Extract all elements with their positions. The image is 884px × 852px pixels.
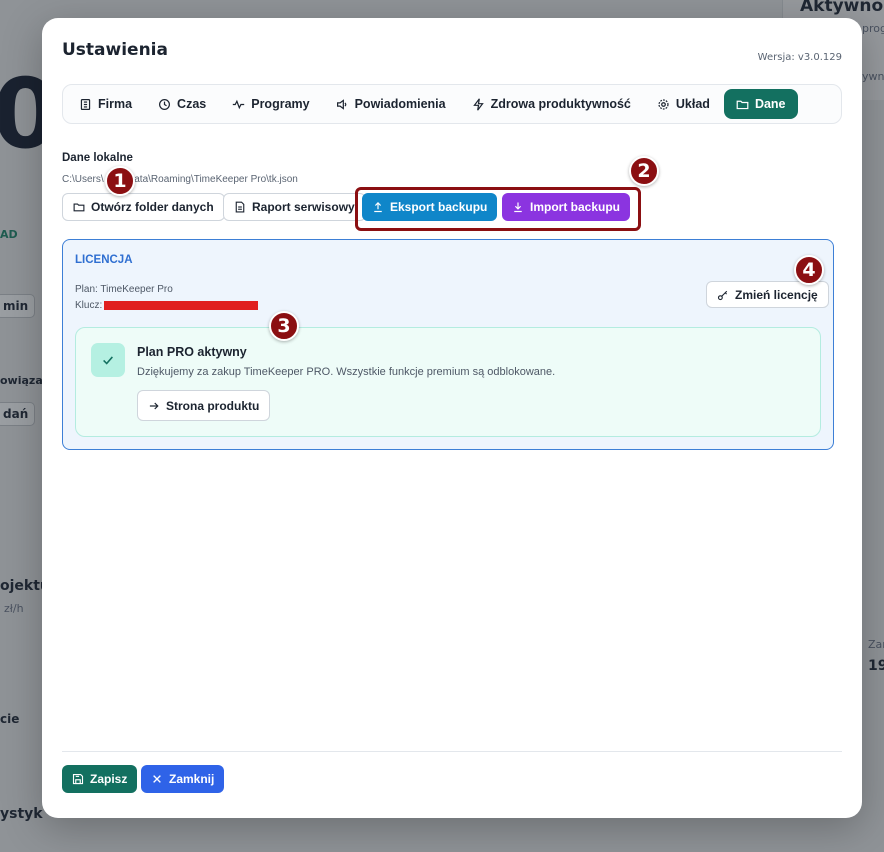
marker-3: 3: [269, 311, 299, 341]
arrow-right-icon: [149, 402, 159, 409]
bg-sub-1: prog: [862, 22, 884, 35]
bg-side-label: cie: [0, 712, 20, 726]
bg-badge: AD: [0, 228, 18, 241]
license-title: LICENCJA: [75, 254, 133, 266]
tab-label: Powiadomienia: [354, 97, 446, 111]
bg-chip-tasks: dań: [0, 402, 36, 426]
folder-icon: [736, 100, 749, 109]
pro-description: Dziękujemy za zakup TimeKeeper PRO. Wszy…: [137, 366, 556, 378]
speaker-icon: [336, 98, 346, 110]
service-report-label: Raport serwisowy: [252, 200, 355, 214]
check-icon: [103, 356, 113, 365]
tab-label: Programy: [251, 97, 310, 111]
open-folder-button[interactable]: Otwórz folder danych: [62, 193, 225, 221]
product-page-label: Strona produktu: [166, 398, 260, 413]
settings-tabs: Firma Czas Programy Powiadomienia Zdrowa…: [62, 84, 842, 124]
activity-icon: [233, 99, 245, 109]
license-key: Klucz:: [75, 300, 259, 311]
change-license-button[interactable]: Zmień licencję: [706, 281, 829, 308]
pro-title: Plan PRO aktywny: [137, 345, 247, 359]
backup-highlight-box: [355, 187, 641, 231]
tab-programy[interactable]: Programy: [220, 89, 321, 119]
tab-firma[interactable]: Firma: [67, 89, 144, 119]
check-badge: [91, 343, 125, 377]
version-label: Wersja: v3.0.129: [757, 52, 842, 63]
data-path: C:\Users\ \AppData\Roaming\TimeKeeper Pr…: [62, 174, 298, 185]
tab-label: Firma: [98, 97, 133, 111]
tab-label: Czas: [177, 97, 207, 111]
marker-1: 1: [105, 166, 135, 196]
tab-label: Układ: [675, 97, 710, 111]
folder-open-icon: [73, 203, 85, 212]
tab-czas[interactable]: Czas: [146, 89, 218, 119]
tab-zdrowa-produktywnosc[interactable]: Zdrowa produktywność: [460, 89, 643, 119]
change-license-label: Zmień licencję: [735, 287, 818, 302]
tab-powiadomienia[interactable]: Powiadomienia: [324, 89, 458, 119]
tab-label: Zdrowa produktywność: [490, 97, 631, 111]
bg-right-value: 19: [868, 658, 884, 674]
product-page-button[interactable]: Strona produktu: [137, 390, 271, 421]
bg-bottom-label: ystyk: [0, 806, 43, 822]
document-icon: [235, 201, 245, 213]
close-label: Zamknij: [169, 772, 215, 786]
open-folder-label: Otwórz folder danych: [91, 200, 214, 214]
marker-2: 2: [629, 156, 659, 186]
clock-icon: [159, 98, 171, 110]
bg-activity-title: Aktywnoś: [800, 0, 884, 16]
service-report-button[interactable]: Raport serwisowy: [223, 193, 366, 221]
save-label: Zapisz: [90, 772, 128, 786]
bg-right-label: Zar: [868, 638, 884, 651]
license-panel: LICENCJA Plan: TimeKeeper Pro Klucz: Zmi…: [62, 239, 834, 450]
bg-sub-2: ywn: [862, 70, 884, 83]
close-button[interactable]: Zamknij: [141, 765, 225, 793]
close-icon: [153, 775, 161, 783]
bolt-icon: [472, 97, 484, 111]
save-icon: [72, 773, 84, 785]
pro-status-box: Plan PRO aktywny Dziękujemy za zakup Tim…: [75, 327, 821, 437]
settings-modal: Ustawienia Wersja: v3.0.129 Firma Czas P…: [42, 18, 862, 818]
tab-label: Dane: [754, 97, 786, 111]
modal-title: Ustawienia: [62, 40, 168, 60]
tab-dane[interactable]: Dane: [723, 89, 798, 119]
key-icon: [717, 290, 728, 300]
redacted-key: [104, 301, 259, 310]
license-plan: Plan: TimeKeeper Pro: [75, 284, 173, 295]
bg-chip-min: min: [0, 294, 36, 318]
building-icon: [80, 98, 91, 110]
license-key-label: Klucz:: [75, 300, 103, 311]
marker-4: 4: [794, 255, 824, 285]
bg-rate-label: zł/h: [4, 602, 24, 615]
gear-icon: [658, 98, 669, 110]
local-data-label: Dane lokalne: [62, 152, 133, 164]
tab-uklad[interactable]: Układ: [645, 89, 722, 119]
footer-divider: [62, 751, 842, 752]
save-button[interactable]: Zapisz: [62, 765, 138, 793]
